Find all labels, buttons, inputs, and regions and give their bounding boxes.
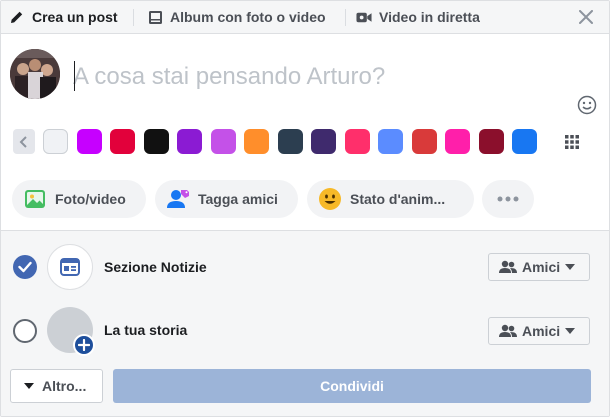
news-feed-checkbox[interactable] (13, 255, 37, 279)
smiley-face-icon (318, 187, 342, 211)
tag-friends-button[interactable]: Tagga amici (155, 180, 298, 218)
news-feed-icon (47, 244, 93, 290)
smiley-icon (577, 95, 597, 115)
story-audience-selector[interactable]: Amici (488, 317, 590, 345)
tab-album-label: Album con foto o video (170, 9, 326, 25)
more-options-button[interactable] (482, 180, 534, 218)
text-cursor (74, 61, 75, 91)
tag-friends-label: Tagga amici (198, 191, 278, 207)
more-label: Altro... (42, 378, 87, 394)
share-button[interactable]: Condividi (113, 369, 591, 403)
more-privacy-button[interactable]: Altro... (10, 369, 103, 403)
caret-down-icon (565, 328, 576, 334)
avatar (10, 49, 60, 99)
background-color-swatch[interactable] (177, 129, 202, 154)
photo-album-icon (147, 9, 163, 25)
tab-divider (345, 9, 346, 26)
background-color-swatch[interactable] (411, 129, 437, 154)
photo-video-button[interactable]: Foto/video (12, 180, 146, 218)
news-feed-audience-selector[interactable]: Amici (488, 253, 590, 281)
background-color-swatch[interactable] (445, 129, 470, 154)
background-color-swatch[interactable] (76, 129, 102, 154)
tag-people-icon (166, 187, 190, 211)
tab-album[interactable]: Album con foto o video (147, 1, 326, 33)
background-color-swatch[interactable] (210, 129, 236, 154)
grid-icon (564, 134, 579, 149)
photo-icon (23, 187, 47, 211)
colors-prev-button[interactable] (13, 129, 35, 154)
background-color-swatch[interactable] (277, 129, 303, 154)
checkmark-icon (18, 261, 32, 273)
audience-label: Amici (522, 259, 561, 275)
create-post-dialog: Crea un post Album con foto o video Vide… (0, 0, 610, 417)
pencil-icon (9, 9, 25, 25)
story-checkbox[interactable] (13, 319, 37, 343)
emoji-picker-button[interactable] (577, 95, 597, 115)
background-color-swatch[interactable] (43, 129, 68, 154)
close-icon (579, 10, 593, 24)
add-story-icon (73, 334, 95, 356)
video-camera-icon (356, 9, 372, 25)
tab-divider (133, 9, 134, 26)
composer-tabs: Crea un post Album con foto o video Vide… (1, 1, 609, 34)
friends-icon (499, 260, 517, 274)
news-feed-label: Sezione Notizie (104, 259, 207, 275)
tab-create-post[interactable]: Crea un post (9, 1, 118, 33)
feeling-activity-label: Stato d'anim... (350, 191, 446, 207)
status-input[interactable] (73, 59, 563, 95)
story-label: La tua storia (104, 322, 188, 338)
background-color-swatch[interactable] (110, 129, 135, 154)
background-color-swatch[interactable] (378, 129, 403, 154)
tab-live-video[interactable]: Video in diretta (356, 1, 480, 33)
caret-down-icon (565, 264, 576, 270)
share-label: Condividi (320, 378, 384, 394)
chevron-left-icon (19, 135, 27, 148)
friends-icon (499, 324, 517, 338)
background-color-swatch[interactable] (344, 129, 370, 154)
audience-label: Amici (522, 323, 561, 339)
background-color-swatch[interactable] (311, 129, 336, 154)
tab-create-post-label: Crea un post (32, 9, 118, 25)
background-color-swatch[interactable] (143, 129, 169, 154)
feeling-activity-button[interactable]: Stato d'anim... (307, 180, 474, 218)
background-color-swatch[interactable] (512, 129, 537, 154)
background-color-swatch[interactable] (478, 129, 504, 154)
close-button[interactable] (575, 6, 597, 28)
ellipsis-icon (497, 196, 519, 202)
background-color-swatch[interactable] (244, 129, 269, 154)
more-backgrounds-button[interactable] (559, 129, 584, 154)
photo-video-label: Foto/video (55, 191, 126, 207)
caret-down-icon (24, 383, 34, 389)
tab-live-label: Video in diretta (379, 9, 480, 25)
